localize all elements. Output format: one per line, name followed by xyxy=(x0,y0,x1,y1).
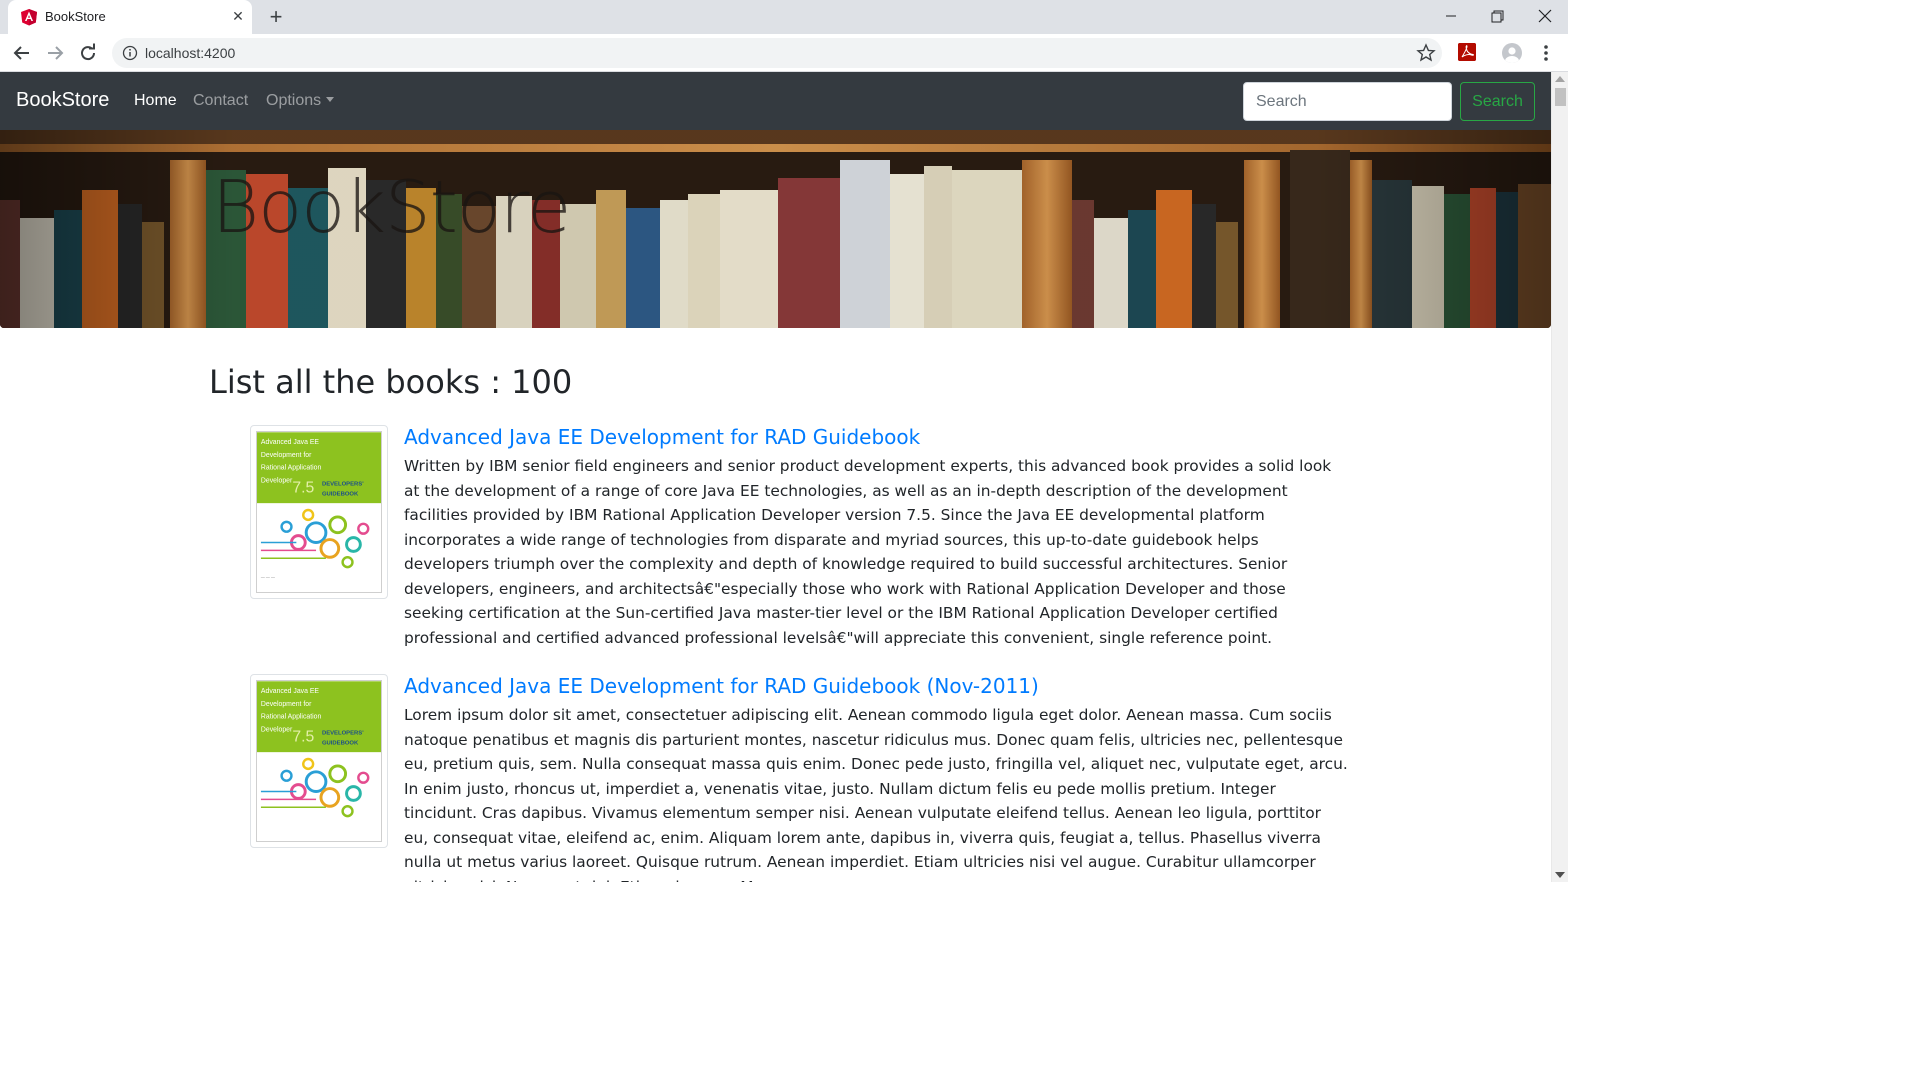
address-bar[interactable]: localhost:4200 xyxy=(112,38,1442,68)
cover-version: 7.5 xyxy=(292,479,314,496)
cover-line2: Development for xyxy=(261,452,312,459)
cover-line4: Developer xyxy=(261,477,293,484)
book-cover-image: Advanced Java EE Development for Rationa… xyxy=(256,431,382,593)
nav-link-home[interactable]: Home xyxy=(134,92,177,110)
navbar-brand[interactable]: BookStore xyxy=(16,89,109,112)
scroll-down-arrow-icon[interactable] xyxy=(1555,872,1565,878)
book-cover-image: Advanced Java EE Development for Rationa… xyxy=(256,680,382,842)
profile-avatar-icon[interactable] xyxy=(1502,43,1522,63)
cover-line3: Rational Application xyxy=(261,714,322,721)
book-description: Lorem ipsum dolor sit amet, consectetuer… xyxy=(404,706,1348,882)
scroll-up-arrow-icon[interactable] xyxy=(1555,76,1565,82)
book-title-link[interactable]: Advanced Java EE Development for RAD Gui… xyxy=(404,674,1039,698)
caret-down-icon xyxy=(326,97,335,102)
svg-text:— — —: — — — xyxy=(261,574,275,579)
cover-badge1: DEVELOPERS' xyxy=(322,481,364,487)
cover-line3: Rational Application xyxy=(261,465,322,472)
tab-close-icon[interactable]: ✕ xyxy=(228,7,248,27)
vertical-scrollbar[interactable] xyxy=(1551,72,1568,882)
bookmark-star-icon[interactable] xyxy=(1416,43,1436,63)
search-button[interactable]: Search xyxy=(1460,82,1535,121)
browser-menu-icon[interactable] xyxy=(1538,42,1554,64)
tab-title: BookStore xyxy=(45,9,106,24)
book-description: Written by IBM senior field engineers an… xyxy=(404,457,1332,647)
scroll-thumb[interactable] xyxy=(1555,88,1566,106)
info-icon[interactable] xyxy=(122,45,138,61)
nav-dropdown-options-label: Options xyxy=(266,92,322,109)
reload-icon[interactable] xyxy=(76,41,100,65)
nav-dropdown-options[interactable]: Options xyxy=(266,92,335,110)
hero-title: BookStore xyxy=(212,165,571,249)
list-heading: List all the books : 100 xyxy=(209,363,573,401)
book-title-link[interactable]: Advanced Java EE Development for RAD Gui… xyxy=(404,425,920,449)
cover-badge1: DEVELOPERS' xyxy=(322,730,364,736)
cover-line4: Developer xyxy=(261,726,293,733)
book-list: List all the books : 100 xyxy=(209,360,1349,404)
cover-version: 7.5 xyxy=(292,728,314,745)
new-tab-icon[interactable]: + xyxy=(264,6,288,30)
acrobat-extension-icon[interactable] xyxy=(1458,43,1476,61)
hero-banner: BookStore xyxy=(0,130,1551,328)
book-cover-thumbnail[interactable]: Advanced Java EE Development for Rationa… xyxy=(250,425,388,599)
minimize-window-icon[interactable] xyxy=(1436,4,1466,28)
navbar: BookStore Home Contact Options Search xyxy=(0,72,1551,130)
address-url: localhost:4200 xyxy=(145,45,236,61)
close-window-icon[interactable] xyxy=(1530,4,1560,28)
angular-favicon-icon xyxy=(21,9,37,26)
page-viewport: BookStore Home Contact Options Search Se… xyxy=(0,72,1568,882)
cover-line2: Development for xyxy=(261,701,312,708)
book-cover-thumbnail[interactable]: Advanced Java EE Development for Rationa… xyxy=(250,674,388,848)
browser-tabstrip: BookStore ✕ + xyxy=(0,0,1568,34)
nav-link-contact[interactable]: Contact xyxy=(193,92,248,110)
search-input[interactable] xyxy=(1243,82,1452,121)
cover-line1: Advanced Java EE xyxy=(261,439,320,446)
cover-badge2: GUIDEBOOK xyxy=(322,740,359,746)
back-arrow-icon[interactable] xyxy=(10,41,34,65)
browser-toolbar: localhost:4200 xyxy=(0,34,1568,72)
cover-line1: Advanced Java EE xyxy=(261,688,320,695)
browser-tab[interactable]: BookStore ✕ xyxy=(8,0,252,34)
cover-badge2: GUIDEBOOK xyxy=(322,491,359,497)
forward-arrow-icon[interactable] xyxy=(43,41,67,65)
restore-window-icon[interactable] xyxy=(1482,4,1512,28)
